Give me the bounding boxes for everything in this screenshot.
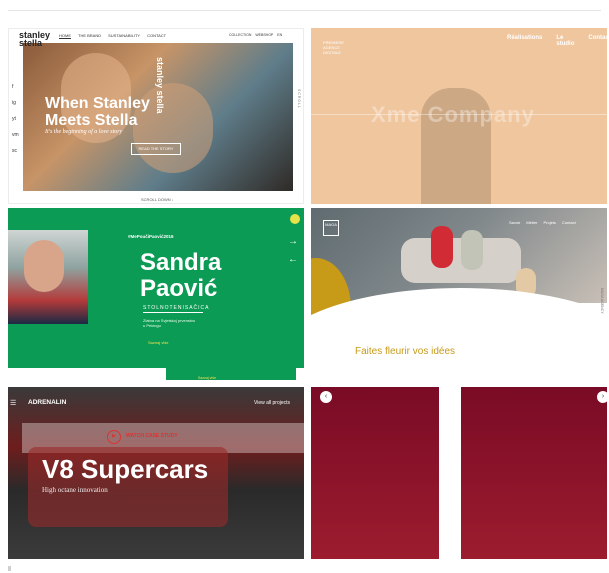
- white-curve: [311, 288, 607, 380]
- logo[interactable]: ADRENALIN: [28, 399, 66, 406]
- nav-item-projets[interactable]: Projets: [543, 220, 555, 225]
- nav-item-savoir[interactable]: Savoir: [509, 220, 520, 225]
- watch-case-study-link[interactable]: WATCH CASE STUDY: [126, 433, 178, 439]
- right-nav: COLLECTION WEBSHOP EN: [229, 33, 282, 37]
- person-shape: [431, 226, 453, 268]
- portrait-photo: [8, 230, 88, 324]
- next-button[interactable]: ›: [597, 391, 607, 403]
- social-links: f ig yt vm sc: [12, 84, 19, 154]
- scroll-down-link[interactable]: SCROLL DOWN ↓: [141, 197, 174, 202]
- nav-item-contact[interactable]: Contact: [588, 35, 607, 47]
- facebook-icon[interactable]: f: [12, 84, 19, 90]
- top-divider: [8, 10, 601, 11]
- hero-title: V8 Supercars: [42, 454, 209, 484]
- hero-subtitle: STOLNOTENISAČICA: [143, 305, 210, 311]
- hero-subtitle: It's the beginning of a love story: [45, 129, 123, 135]
- logo[interactable]: MAGA: [323, 220, 339, 236]
- nav-item-brand[interactable]: THE BRAND: [78, 33, 101, 39]
- arrow-right-icon[interactable]: →: [288, 236, 298, 247]
- hero-title: Faites fleurir vos idées: [355, 346, 456, 357]
- hero-subtitle: High octane innovation: [42, 486, 108, 494]
- subtitle-underline: [143, 312, 203, 313]
- arrow-left-icon[interactable]: ←: [288, 254, 298, 265]
- tile-adrenalin[interactable]: ☰ ADRENALIN View all projects ▶ WATCH CA…: [8, 387, 304, 559]
- side-logo: stanley stella: [155, 57, 165, 114]
- soundcloud-icon[interactable]: sc: [12, 148, 19, 154]
- bottom-link[interactable]: Saznaj više: [198, 376, 216, 380]
- nav-item-contact[interactable]: Contact: [562, 220, 576, 225]
- vertical-label: SCROLL: [297, 89, 301, 110]
- main-nav: Savoir Métier Projets Contact: [509, 220, 576, 225]
- nav-item-sustainability[interactable]: SUSTAINABILITY: [108, 33, 140, 39]
- tile-xme[interactable]: PREMIERE AGENCE DIGITALE Réalisations Le…: [311, 28, 607, 204]
- youtube-icon[interactable]: yt: [12, 116, 19, 122]
- main-nav: HOME THE BRAND SUSTAINABILITY CONTACT: [59, 33, 166, 39]
- nav-item-contact[interactable]: CONTACT: [147, 33, 166, 39]
- menu-badge-icon[interactable]: [290, 214, 300, 224]
- menu-icon[interactable]: ☰: [10, 399, 16, 407]
- nav-item-home[interactable]: HOME: [59, 33, 71, 39]
- logo[interactable]: stanley stella: [19, 31, 59, 48]
- description: Zlatna na Svjetskoj prvenstvu u Pekingu: [143, 318, 196, 328]
- red-panel: [311, 387, 439, 559]
- vimeo-icon[interactable]: vm: [12, 132, 19, 138]
- main-nav: Réalisations Le studio Contact: [507, 35, 607, 47]
- nav-item-collection[interactable]: COLLECTION: [229, 33, 251, 37]
- vertical-label: MAGA AGENCY: [600, 288, 604, 314]
- tile-stanley[interactable]: stanley stella HOME THE BRAND SUSTAINABI…: [8, 28, 304, 204]
- nav-item-webshop[interactable]: WEBSHOP: [255, 33, 273, 37]
- nav-item-metier[interactable]: Métier: [526, 220, 537, 225]
- view-all-projects-link[interactable]: View all projects: [254, 400, 290, 406]
- play-icon[interactable]: ▶: [107, 430, 121, 444]
- read-more-link[interactable]: Saznaj više: [148, 340, 168, 345]
- nav-item-realisations[interactable]: Réalisations: [507, 35, 542, 47]
- scroll-indicator: [8, 566, 11, 571]
- bottom-bar: [166, 368, 296, 380]
- tile-sandra[interactable]: #MePoučiPaović2016 Sandra Paović STOLNOT…: [8, 208, 304, 380]
- language-switch[interactable]: EN: [277, 33, 282, 37]
- hero-title: Xme Company: [371, 102, 535, 127]
- hashtag: #MePoučiPaović2016: [128, 234, 174, 239]
- person-shape: [461, 230, 483, 270]
- instagram-icon[interactable]: ig: [12, 100, 19, 106]
- hero-title: Sandra Paović: [140, 249, 222, 302]
- tile-red[interactable]: ‹ ›: [311, 387, 607, 559]
- logo[interactable]: PREMIERE AGENCE DIGITALE: [323, 40, 353, 55]
- prev-button[interactable]: ‹: [320, 391, 332, 403]
- read-story-button[interactable]: READ THE STORY: [131, 143, 181, 155]
- tile-maga[interactable]: MAGA Savoir Métier Projets Contact Faite…: [311, 208, 607, 380]
- red-panel: [461, 387, 607, 559]
- nav-item-studio[interactable]: Le studio: [556, 35, 574, 47]
